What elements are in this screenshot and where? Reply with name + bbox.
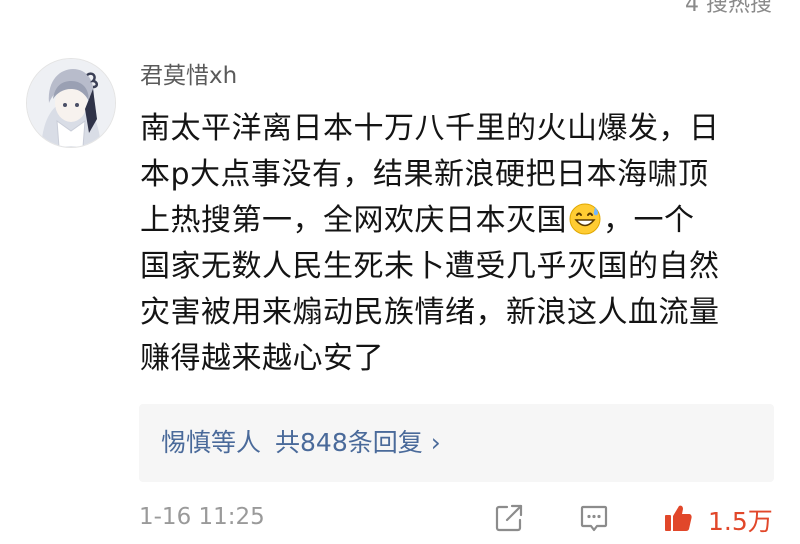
- share-icon[interactable]: [493, 502, 525, 534]
- replies-preview-box[interactable]: 惕慎等人 共848条回复 ›: [139, 404, 774, 482]
- comment-line: 上热搜第一，全网欢庆日本灭国 ，一个: [140, 198, 780, 244]
- comment-footer: 1-16 11:25 1.5万: [0, 496, 800, 540]
- avatar-illustration: [27, 59, 115, 147]
- avatar[interactable]: [26, 58, 116, 148]
- view-replies-link[interactable]: 惕慎等人 共848条回复 ›: [161, 426, 441, 460]
- like-count[interactable]: 1.5万: [708, 502, 773, 538]
- reply-users: 惕慎等人: [161, 428, 262, 457]
- comment-icon[interactable]: [578, 502, 610, 534]
- comment-timestamp: 1-16 11:25: [139, 504, 265, 530]
- comment-line: 灾害被用来煽动民族情绪，新浪这人血流量: [140, 295, 720, 330]
- grinning-sweat-emoji-icon: [569, 203, 601, 235]
- comment-line: 南太平洋离日本十万八千里的火山爆发，日: [140, 111, 720, 146]
- comment-text: 南太平洋离日本十万八千里的火山爆发，日 本p大点事没有，结果新浪硬把日本海啸顶 …: [140, 106, 780, 382]
- reply-count: 共848条回复: [275, 428, 423, 457]
- comment-line-part: ，一个: [603, 203, 695, 238]
- chevron-right-icon: ›: [430, 428, 441, 457]
- thumbs-up-icon[interactable]: [662, 502, 694, 534]
- comment-line: 本p大点事没有，结果新浪硬把日本海啸顶: [140, 157, 709, 192]
- top-cutoff-text: 4 搜热搜: [685, 0, 772, 17]
- comment-line: 国家无数人民生死未卜遭受几乎灭国的自然: [140, 249, 720, 284]
- comment-username[interactable]: 君莫惜xh: [140, 61, 237, 91]
- comment-line-part: 上热搜第一，全网欢庆日本灭国: [140, 203, 567, 238]
- comment-line: 赚得越来越心安了: [140, 341, 384, 376]
